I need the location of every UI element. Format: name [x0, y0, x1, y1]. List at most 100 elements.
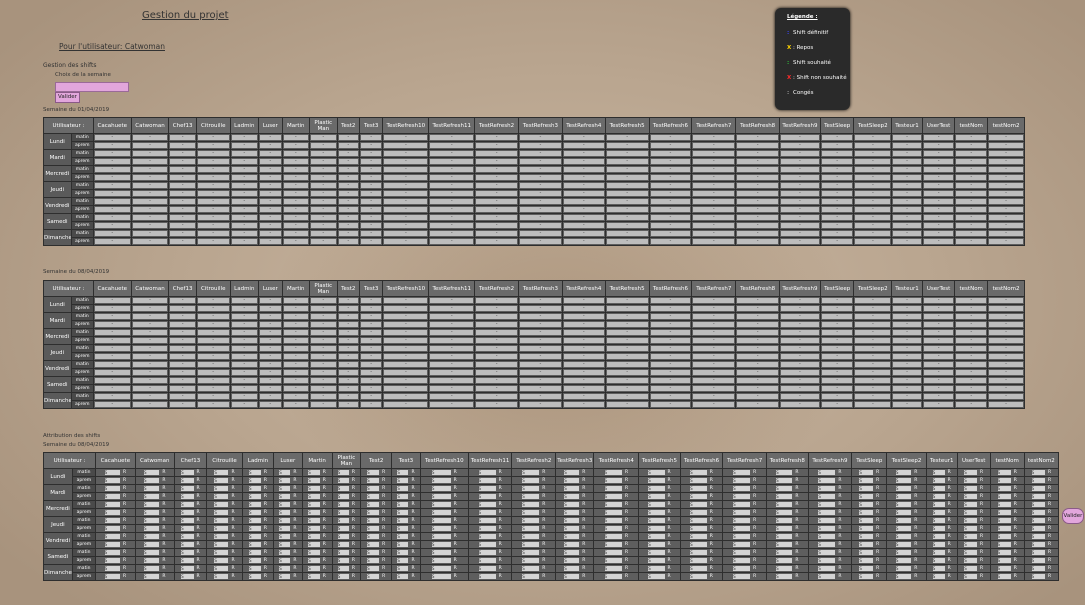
shift-cell[interactable]: - [93, 369, 131, 376]
shift-cell[interactable]: - [337, 353, 359, 360]
r-radio[interactable]: R [264, 534, 267, 539]
shift-cell[interactable]: - [310, 134, 337, 141]
shift-cell[interactable]: - [310, 369, 337, 376]
s-select[interactable]: S [690, 469, 707, 475]
shift-cell[interactable]: - [988, 142, 1024, 149]
r-radio[interactable]: R [876, 550, 879, 555]
shift-cell[interactable]: - [337, 345, 359, 352]
shift-cell[interactable]: - [131, 214, 169, 221]
shift-cell[interactable]: - [820, 190, 854, 197]
s-select[interactable]: S [564, 565, 580, 571]
shift-cell[interactable]: - [196, 198, 230, 205]
shift-cell[interactable]: - [259, 297, 282, 304]
shift-cell[interactable]: - [955, 230, 988, 237]
shift-cell[interactable]: - [780, 401, 820, 408]
shift-cell[interactable]: - [169, 150, 196, 157]
r-radio[interactable]: R [1014, 510, 1017, 515]
r-radio[interactable]: R [411, 494, 414, 499]
r-radio[interactable]: R [914, 502, 917, 507]
r-radio[interactable]: R [197, 574, 200, 579]
s-select[interactable]: S [248, 509, 261, 515]
shift-cell[interactable]: - [955, 401, 988, 408]
r-radio[interactable]: R [710, 534, 713, 539]
shift-cell[interactable]: - [383, 361, 429, 368]
r-radio[interactable]: R [625, 542, 628, 547]
shift-cell[interactable]: - [429, 345, 475, 352]
shift-cell[interactable]: - [169, 214, 196, 221]
shift-cell[interactable]: - [310, 329, 337, 336]
shift-cell[interactable]: - [282, 305, 310, 312]
shift-cell[interactable]: - [820, 393, 854, 400]
r-radio[interactable]: R [668, 510, 671, 515]
r-radio[interactable]: R [123, 566, 126, 571]
shift-cell[interactable]: - [230, 190, 259, 197]
r-radio[interactable]: R [1048, 486, 1051, 491]
s-select[interactable]: S [248, 477, 261, 483]
s-select[interactable]: S [895, 557, 912, 563]
r-radio[interactable]: R [542, 518, 545, 523]
s-select[interactable]: S [648, 565, 665, 571]
shift-cell[interactable]: - [230, 142, 259, 149]
r-radio[interactable]: R [838, 518, 841, 523]
shift-cell[interactable]: - [692, 174, 736, 181]
shift-cell[interactable]: - [562, 206, 605, 213]
shift-cell[interactable]: - [562, 401, 605, 408]
shift-cell[interactable]: - [282, 198, 310, 205]
shift-cell[interactable]: - [922, 222, 955, 229]
s-select[interactable]: S [337, 485, 349, 491]
shift-cell[interactable]: - [562, 182, 605, 189]
s-select[interactable]: S [248, 517, 261, 523]
shift-cell[interactable]: - [383, 158, 429, 165]
s-select[interactable]: S [648, 533, 665, 539]
shift-cell[interactable]: - [475, 158, 519, 165]
shift-cell[interactable]: - [736, 142, 780, 149]
r-radio[interactable]: R [197, 542, 200, 547]
shift-cell[interactable]: - [692, 222, 736, 229]
shift-cell[interactable]: - [310, 313, 337, 320]
s-select[interactable]: S [932, 477, 945, 483]
r-radio[interactable]: R [293, 534, 296, 539]
shift-cell[interactable]: - [359, 321, 383, 328]
s-select[interactable]: S [478, 565, 496, 571]
shift-cell[interactable]: - [169, 190, 196, 197]
r-radio[interactable]: R [753, 550, 756, 555]
s-select[interactable]: S [181, 493, 194, 499]
r-radio[interactable]: R [914, 494, 917, 499]
shift-cell[interactable]: - [196, 206, 230, 213]
s-select[interactable]: S [181, 565, 194, 571]
s-select[interactable]: S [104, 517, 120, 523]
shift-cell[interactable]: - [562, 313, 605, 320]
shift-cell[interactable]: - [854, 401, 892, 408]
shift-cell[interactable]: - [93, 142, 131, 149]
shift-cell[interactable]: - [337, 214, 359, 221]
s-select[interactable]: S [1031, 557, 1045, 563]
shift-cell[interactable]: - [282, 206, 310, 213]
r-radio[interactable]: R [231, 518, 234, 523]
r-radio[interactable]: R [710, 486, 713, 491]
shift-cell[interactable]: - [820, 222, 854, 229]
shift-cell[interactable]: - [519, 305, 562, 312]
s-select[interactable]: S [733, 493, 751, 499]
s-select[interactable]: S [367, 509, 380, 515]
shift-cell[interactable]: - [780, 198, 820, 205]
s-select[interactable]: S [397, 477, 409, 483]
shift-cell[interactable]: - [359, 401, 383, 408]
shift-cell[interactable]: - [922, 174, 955, 181]
s-select[interactable]: S [367, 485, 380, 491]
s-select[interactable]: S [1031, 501, 1045, 507]
s-select[interactable]: S [279, 485, 291, 491]
shift-cell[interactable]: - [131, 174, 169, 181]
shift-cell[interactable]: - [519, 190, 562, 197]
shift-cell[interactable]: - [93, 377, 131, 384]
s-select[interactable]: S [397, 469, 409, 475]
shift-cell[interactable]: - [169, 393, 196, 400]
s-select[interactable]: S [248, 533, 261, 539]
shift-cell[interactable]: - [780, 222, 820, 229]
shift-cell[interactable]: - [519, 230, 562, 237]
r-radio[interactable]: R [323, 478, 326, 483]
s-select[interactable]: S [181, 477, 194, 483]
r-radio[interactable]: R [753, 518, 756, 523]
shift-cell[interactable]: - [282, 353, 310, 360]
r-radio[interactable]: R [499, 486, 502, 491]
shift-cell[interactable]: - [230, 369, 259, 376]
